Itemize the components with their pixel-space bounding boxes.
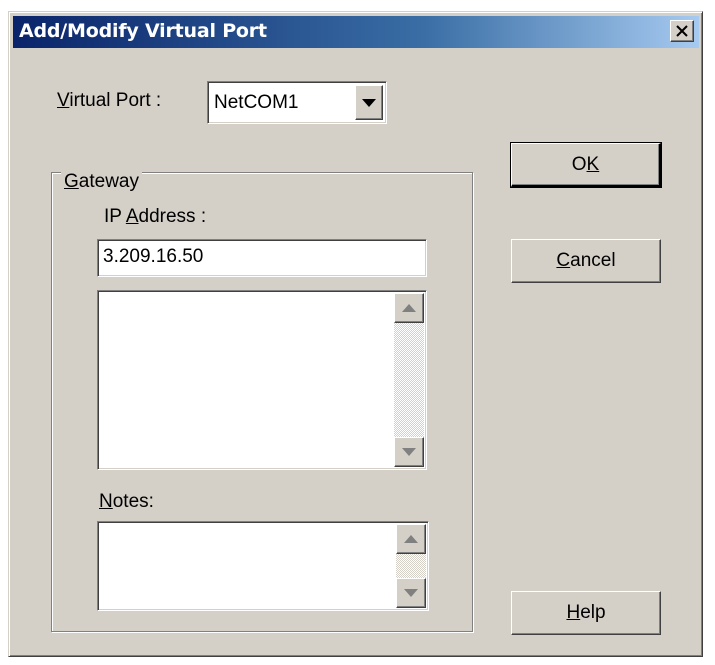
- dialog-title: Add/Modify Virtual Port: [19, 20, 267, 42]
- gateway-group-legend: Gateway: [61, 171, 142, 193]
- notes-textarea[interactable]: [97, 521, 429, 611]
- cancel-button[interactable]: Cancel: [511, 239, 661, 283]
- chevron-down-icon: [362, 99, 376, 107]
- close-icon: [676, 25, 688, 37]
- title-bar[interactable]: Add/Modify Virtual Port: [13, 16, 699, 48]
- help-button[interactable]: Help: [511, 591, 661, 635]
- arrow-up-icon: [402, 304, 416, 312]
- ip-address-label: IP Address :: [104, 206, 207, 227]
- arrow-up-icon: [404, 535, 418, 543]
- ok-button[interactable]: OK: [510, 142, 662, 188]
- ip-list-scroll-down-button[interactable]: [394, 437, 424, 467]
- notes-scroll-up-button[interactable]: [396, 524, 426, 554]
- ip-list-scroll-up-button[interactable]: [394, 293, 424, 323]
- dialog-window: Add/Modify Virtual Port Virtual Port : N…: [8, 11, 703, 657]
- virtual-port-value: NetCOM1: [214, 92, 299, 113]
- arrow-down-icon: [404, 589, 418, 597]
- ip-address-input[interactable]: 3.209.16.50: [97, 239, 427, 277]
- notes-label: Notes:: [99, 491, 154, 512]
- virtual-port-select[interactable]: NetCOM1: [207, 81, 387, 124]
- ip-address-value: 3.209.16.50: [103, 246, 204, 267]
- virtual-port-label: Virtual Port :: [57, 90, 162, 111]
- close-button[interactable]: [670, 20, 694, 42]
- ip-address-list[interactable]: [97, 290, 427, 470]
- virtual-port-dropdown-button[interactable]: [355, 85, 383, 120]
- arrow-down-icon: [402, 448, 416, 456]
- notes-scroll-down-button[interactable]: [396, 578, 426, 608]
